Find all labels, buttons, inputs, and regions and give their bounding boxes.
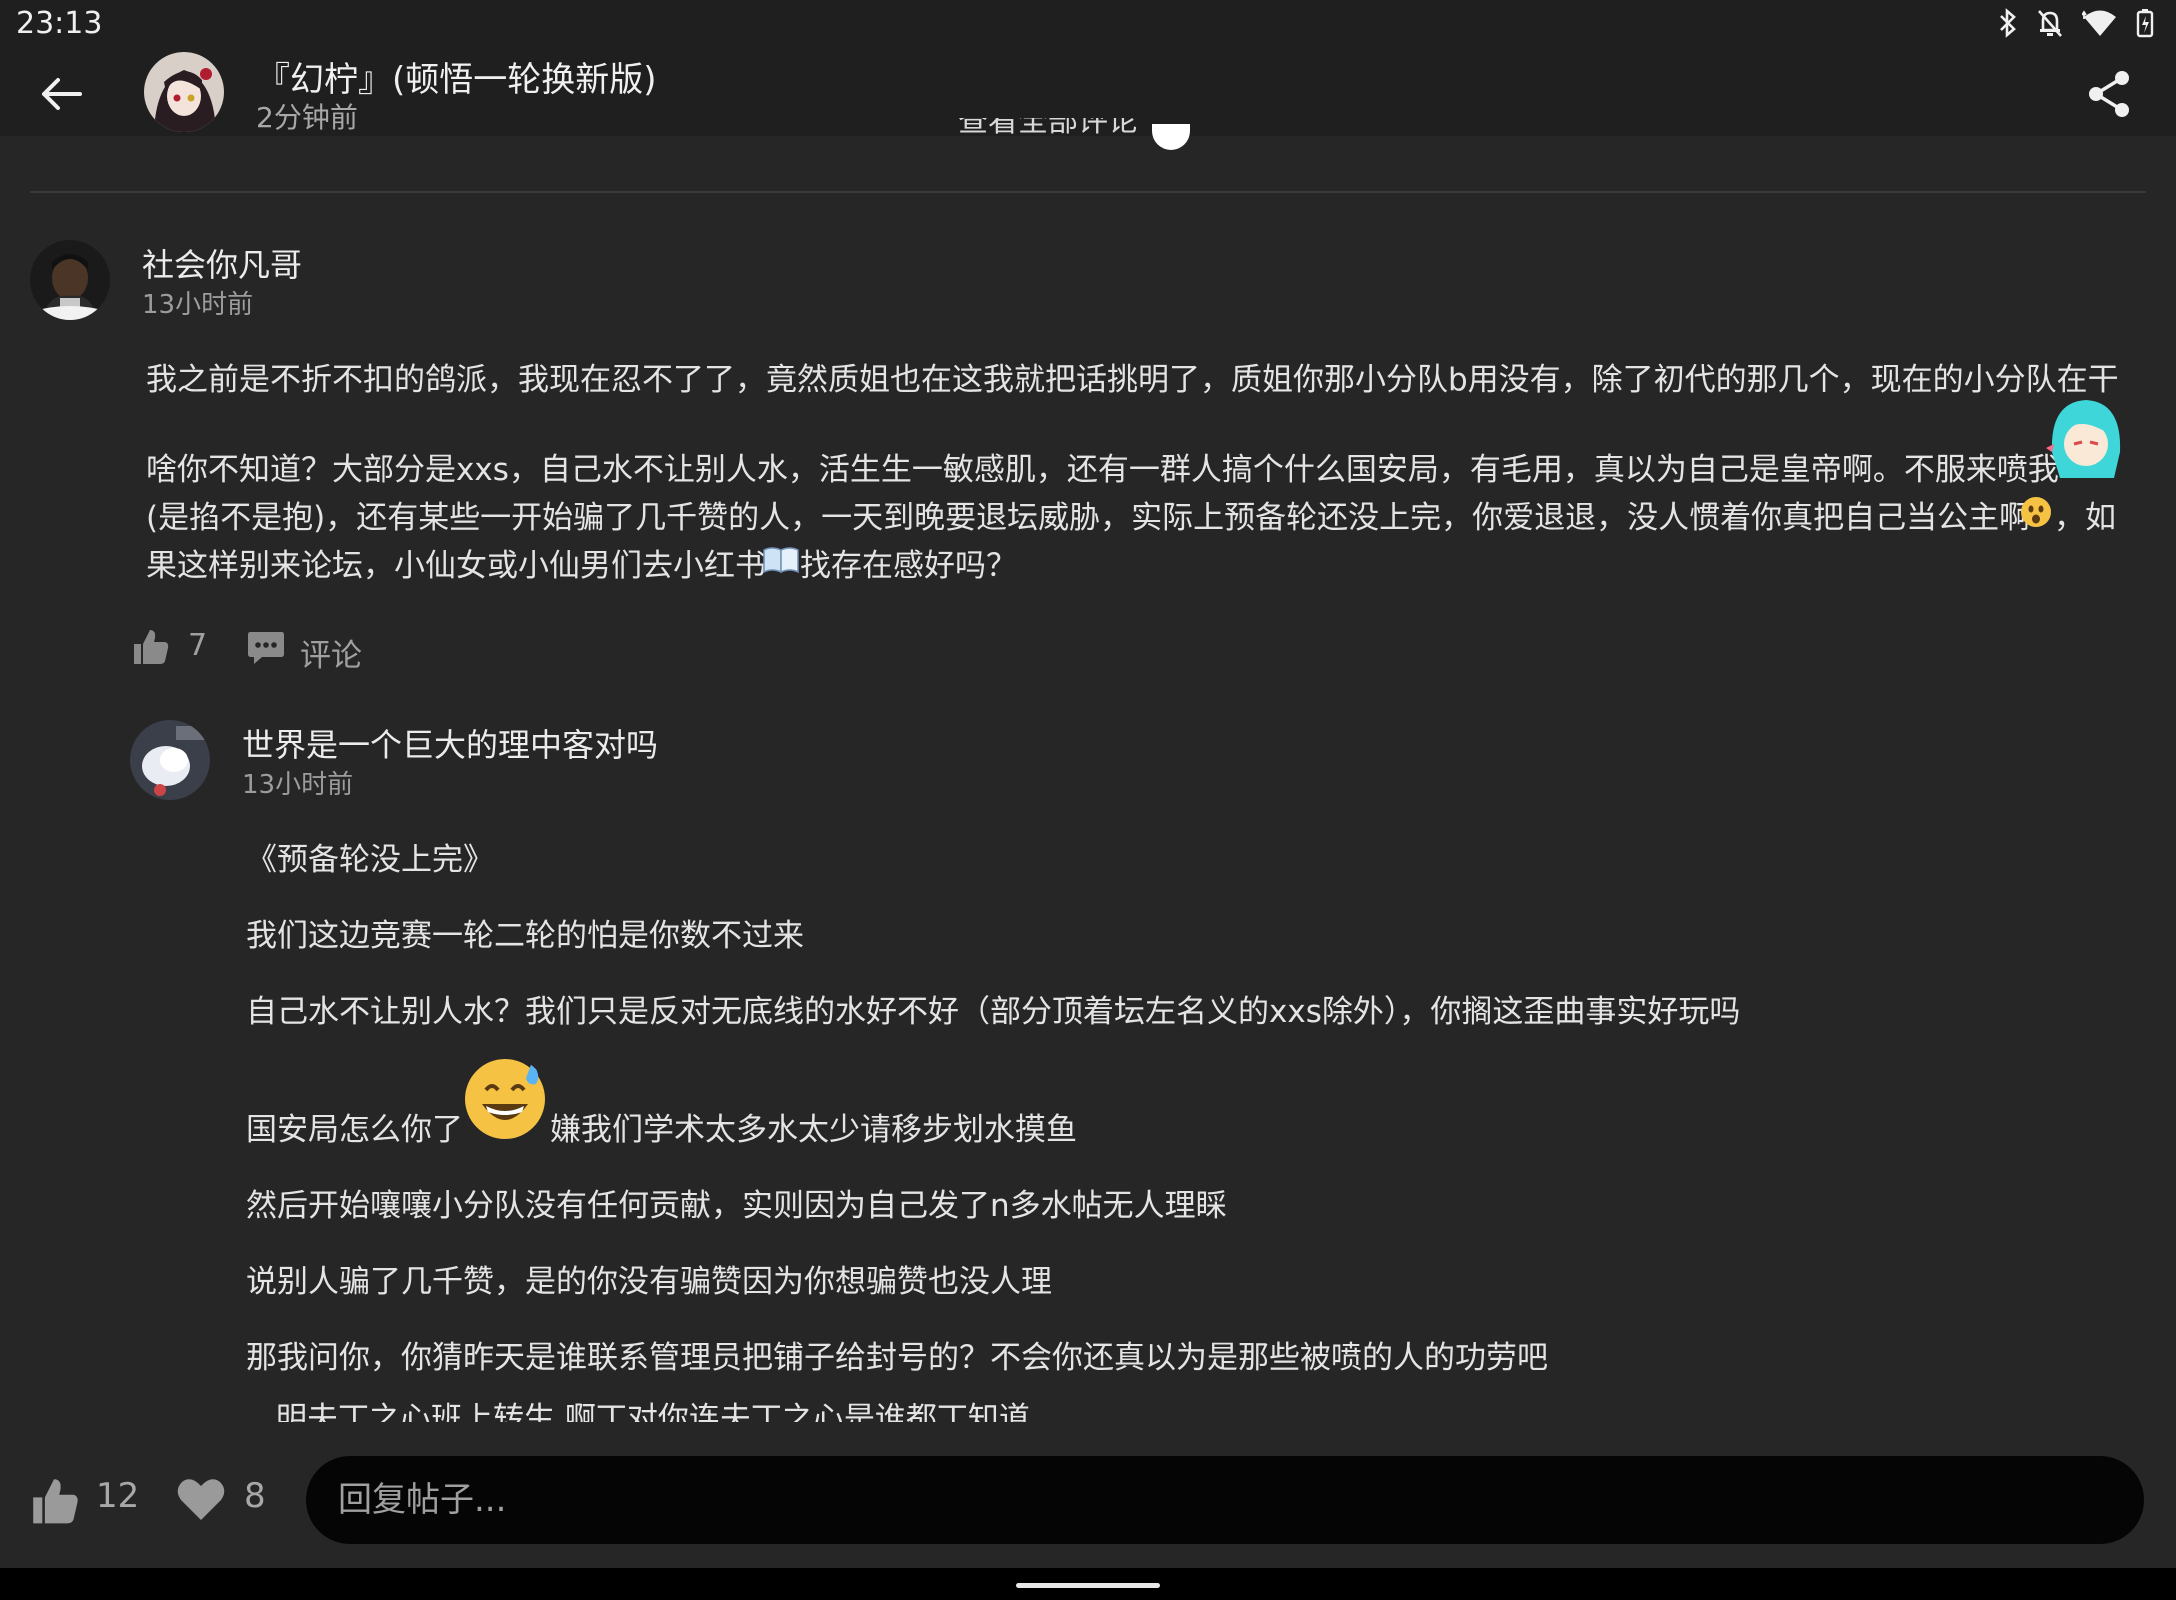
wifi-icon [2082,10,2116,36]
comment-text-line: 找存在感好吗？ [800,548,1017,584]
comment-text-line: 我之前是不折不扣的鸽派，我现在忍不了了，竟然质姐也在这我就把话挑明了，质姐你那小… [146,362,2119,398]
comment-reply-button[interactable]: 评论 [300,630,362,675]
comment-text-line: 我们这边竞赛一轮二轮的怕是你数不过来 [246,918,804,954]
comment-text-line: 那我问你，你猜昨天是谁联系管理员把铺子给封号的？不会你还真以为是那些被喷的人的功… [246,1340,1548,1376]
astonished-face-icon [2021,497,2051,527]
comment-text-line: 《预备轮没上完》 [246,842,494,878]
comment-bubble-icon[interactable] [246,628,286,666]
comment-author[interactable]: 社会你凡哥 [142,240,302,286]
thumbs-up-icon[interactable] [130,626,170,666]
comment-time: 13小时前 [142,290,254,320]
comment-time: 13小时前 [242,770,354,800]
comment-text-line: 自己水不让别人水？我们只是反对无底线的水好不好（部分顶着坛左名义的xxs除外），… [246,994,1741,1030]
comment-author[interactable]: 世界是一个巨大的理中客对吗 [242,720,658,766]
comment-text-line: 嫌我们学术太多水太少请移步划水摸鱼 [550,1112,1077,1148]
post-time: 2分钟前 [256,101,358,134]
grinning-sweat-face-icon [465,1059,545,1139]
commenter-avatar[interactable] [30,240,110,320]
anime-sticker-icon [2046,400,2121,478]
open-book-icon [763,547,799,574]
comment-text-line: ，如 [2054,500,2116,536]
clipped-text-line: 明夫丁之心班上转生 啊丁对你连夫丁之心是谁都丁知道 [246,1400,1146,1422]
comment-text-line: 国安局怎么你了 [246,1112,463,1148]
comment-text-line: 果这样别来论坛，小仙女或小仙男们去小红书 [146,548,766,584]
status-icons [1998,8,2154,38]
comment-text-line: 啥你不知道？大部分是xxs，自己水不让别人水，活生生一敏感肌，还有一群人搞个什么… [146,452,2059,488]
share-icon[interactable] [2084,68,2136,120]
heart-icon[interactable] [176,1476,226,1522]
status-time: 23:13 [16,6,103,41]
post-like-count: 12 [96,1476,140,1516]
post-favorite-count: 8 [244,1476,266,1516]
home-indicator[interactable] [1016,1583,1160,1588]
commenter-avatar[interactable] [130,720,210,800]
view-all-comments-label[interactable]: 查看全部评论 [958,118,1138,150]
bluetooth-icon [2000,8,2016,38]
post-title: 『幻柠』(顿悟一轮换新版) [256,60,657,100]
post-author-avatar[interactable] [144,52,224,132]
reply-input[interactable] [306,1456,2144,1544]
notifications-off-icon [2038,10,2062,37]
comment-text-line: 明夫丁之心班上转生 啊丁对你连夫丁之心是谁都丁知道 [276,1401,1030,1422]
status-bar: 23:13 [0,0,2176,50]
thumbs-up-icon[interactable] [28,1474,80,1526]
battery-charging-icon [2136,9,2154,38]
comment-text-line: 说别人骗了几千赞，是的你没有骗赞因为你想骗赞也没人理 [246,1264,1052,1300]
comment-text-line: 然后开始嚷嚷小分队没有任何贡献，实则因为自己发了n多水帖无人理睬 [246,1188,1227,1224]
back-arrow-icon[interactable] [32,64,92,124]
comment-text-line: (是掐不是抱)，还有某些一开始骗了几千赞的人，一天到晚要退坛威胁，实际上预备轮还… [146,500,2031,536]
divider [30,191,2146,193]
view-all-chevron-icon[interactable] [1152,124,1190,150]
comment-like-count: 7 [188,628,208,663]
